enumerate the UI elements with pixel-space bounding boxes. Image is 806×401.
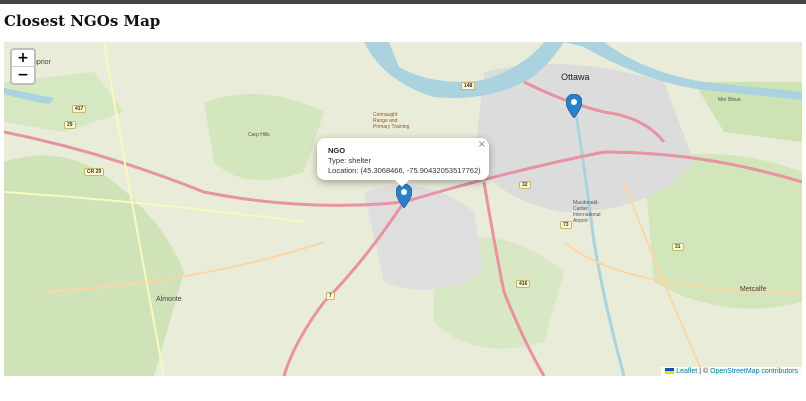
ngo-popup: × NGO Type: shelter Location: (45.306846… xyxy=(317,138,489,187)
zoom-out-button[interactable]: − xyxy=(12,66,34,83)
label-carp-hills: Carp Hills xyxy=(248,132,270,138)
map-container[interactable]: Arnprior Ottawa Almonte Metcalfe Macdona… xyxy=(4,42,802,376)
map-tiles[interactable] xyxy=(4,42,802,376)
road-shield-cr-29: CR 29 xyxy=(84,168,105,176)
attribution-separator: | © xyxy=(697,368,711,375)
road-shield-73: 73 xyxy=(560,221,572,229)
ngo-marker-selected[interactable] xyxy=(396,184,412,208)
road-shield-29: 29 xyxy=(64,121,76,129)
top-bar xyxy=(0,0,806,4)
label-almonte: Almonte xyxy=(156,296,182,303)
road-shield-32: 32 xyxy=(519,181,531,189)
label-ottawa: Ottawa xyxy=(561,72,590,82)
popup-ngo-name: NGO xyxy=(328,146,346,155)
leaflet-link[interactable]: Leaflet xyxy=(676,368,697,375)
osm-link[interactable]: OpenStreetMap contributors xyxy=(710,368,798,375)
zoom-control: + − xyxy=(10,48,36,85)
map-attribution: Leaflet | © OpenStreetMap contributors xyxy=(661,367,802,376)
popup-tip xyxy=(395,180,409,187)
popup-location: Location: (45.3068466, -75.9043205351776… xyxy=(328,166,481,175)
road-shield-417: 417 xyxy=(72,105,87,113)
ukraine-flag-icon xyxy=(665,368,675,375)
label-metcalfe: Metcalfe xyxy=(740,286,767,293)
page-title: Closest NGOs Map xyxy=(4,12,161,30)
road-shield-7: 7 xyxy=(326,292,335,300)
popup-content: NGO Type: shelter Location: (45.3068466,… xyxy=(328,146,481,176)
zoom-in-button[interactable]: + xyxy=(12,50,34,66)
road-shield-416: 416 xyxy=(516,280,531,288)
ngo-marker-ottawa[interactable] xyxy=(566,94,582,118)
label-connaught: Connaught Range and Primary Training xyxy=(373,112,410,130)
popup-type: Type: shelter xyxy=(328,156,371,165)
road-shield-31: 31 xyxy=(672,243,684,251)
road-shield-148: 148 xyxy=(461,82,476,90)
label-mer-bleue: Mer Bleue xyxy=(718,97,741,103)
label-airport: Macdonald-Cartier International Airport xyxy=(573,200,601,224)
